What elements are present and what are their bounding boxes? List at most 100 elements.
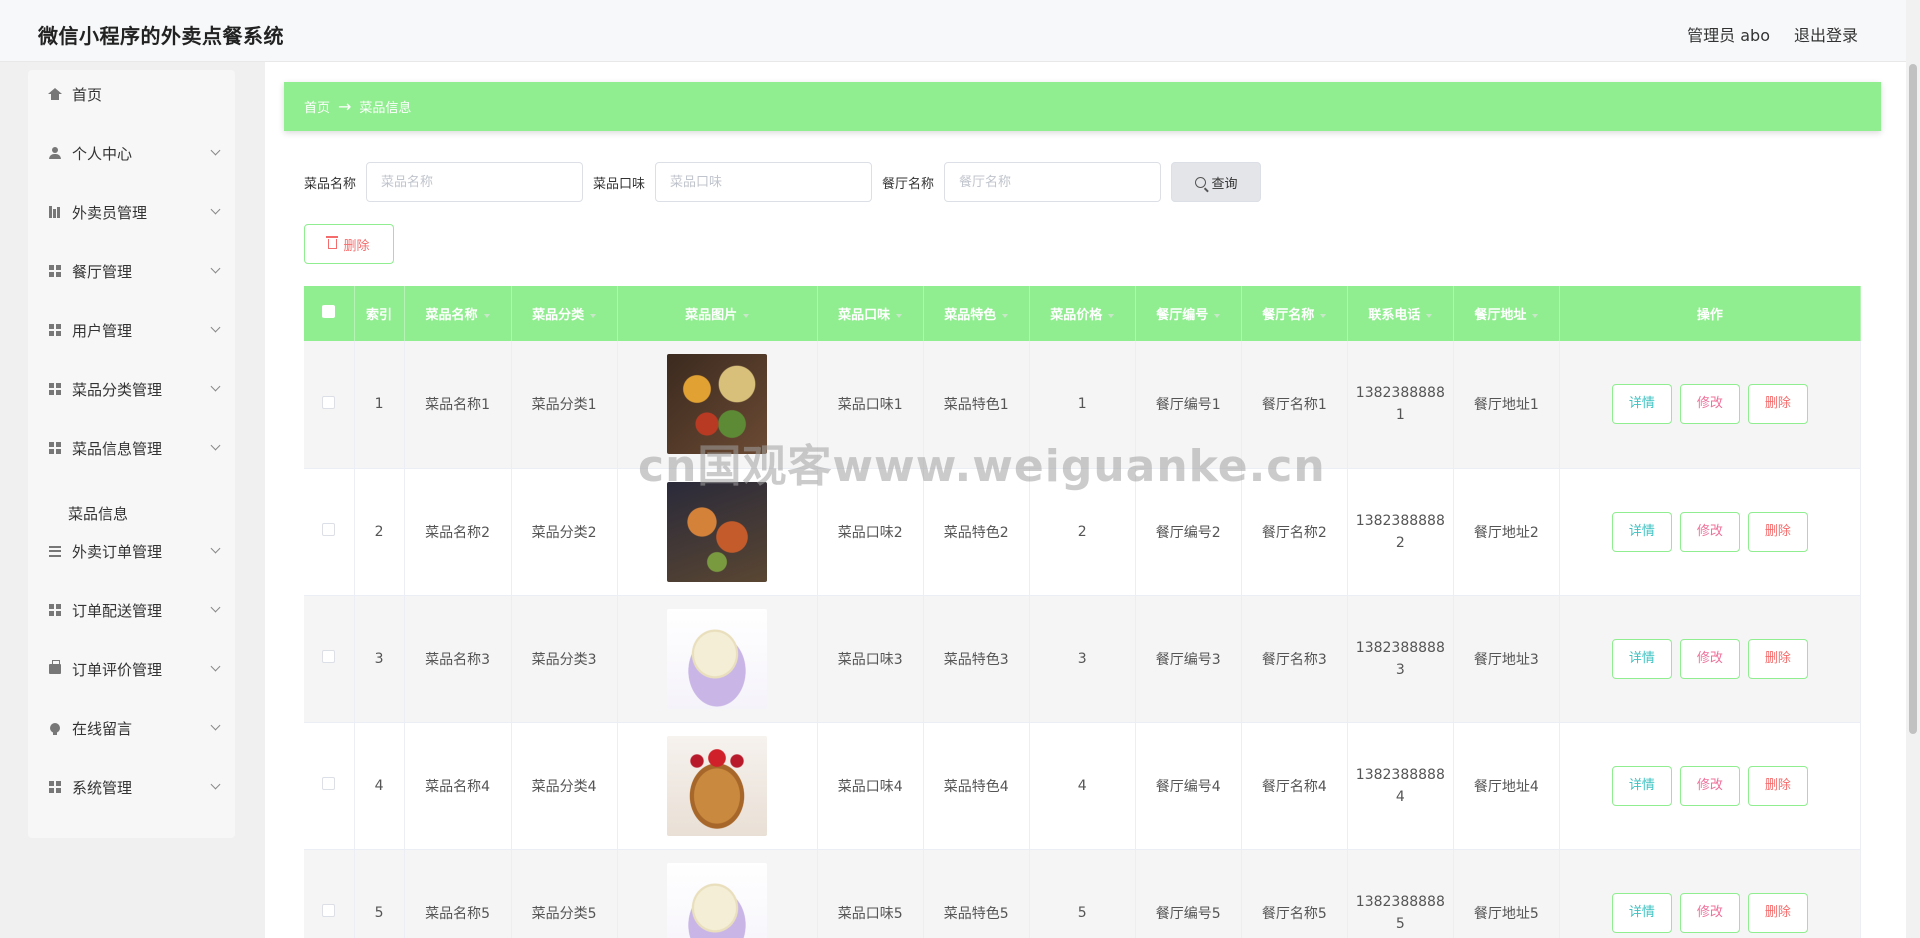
- row-checkbox[interactable]: [322, 523, 336, 536]
- column-header[interactable]: 联系电话: [1347, 286, 1454, 341]
- column-header[interactable]: 餐厅名称: [1241, 286, 1348, 341]
- detail-button[interactable]: 详情: [1611, 384, 1672, 425]
- detail-button[interactable]: 详情: [1611, 765, 1672, 806]
- platter-dish-image[interactable]: [667, 481, 768, 582]
- detail-button[interactable]: 详情: [1611, 511, 1672, 552]
- sidebar-container: 首页 个人中心 外卖员管理 餐厅管理 用户管理 菜品分类管理 菜品信息管理 菜品…: [0, 62, 265, 938]
- table-row: 3 菜品名称3 菜品分类3 菜品口味3 菜品特色3 3 餐厅编号3 餐厅名称3 13823888…: [304, 595, 1861, 723]
- image-cell: [617, 722, 818, 850]
- phone-part: 2: [1395, 534, 1405, 551]
- taste-cell: 菜品口味5: [817, 849, 924, 938]
- index-cell: 4: [354, 722, 405, 850]
- edit-button[interactable]: 修改: [1679, 765, 1740, 806]
- edit-button[interactable]: 修改: [1679, 511, 1740, 552]
- column-header: 操作: [1559, 286, 1861, 341]
- sort-icon: [743, 313, 750, 318]
- dish-name-cell: 菜品名称1: [404, 341, 512, 469]
- edit-button[interactable]: 修改: [1679, 638, 1740, 679]
- sidebar-item-dish-category-management[interactable]: 菜品分类管理: [28, 369, 235, 409]
- tacos-dish-image[interactable]: [667, 354, 768, 455]
- row-checkbox[interactable]: [322, 904, 336, 917]
- sidebar-item-system-management[interactable]: 系统管理: [28, 767, 235, 807]
- dish-table: 索引 菜品名称 菜品分类 菜品图片 菜品口味 菜品特色 菜品价格 餐厅编号 餐厅…: [304, 286, 1861, 938]
- image-cell: [617, 849, 818, 938]
- pancake-dish-image[interactable]: [667, 735, 768, 836]
- category-cell: 菜品分类5: [511, 849, 618, 938]
- arrow-right-icon: →: [338, 97, 352, 116]
- detail-button[interactable]: 详情: [1611, 892, 1672, 933]
- sidebar-item-user-management[interactable]: 用户管理: [28, 310, 235, 350]
- current-user[interactable]: 管理员 abo: [1687, 22, 1770, 46]
- column-header[interactable]: 菜品分类: [511, 286, 618, 341]
- sidebar-item-home[interactable]: 首页: [28, 74, 235, 114]
- sidebar-item-restaurant-management[interactable]: 餐厅管理: [28, 251, 235, 291]
- category-cell: 菜品分类4: [511, 722, 618, 850]
- query-button[interactable]: 查询: [1171, 162, 1262, 202]
- edit-button[interactable]: 修改: [1679, 892, 1740, 933]
- sidebar-item-courier-management[interactable]: 外卖员管理: [28, 192, 235, 232]
- home-icon: [48, 87, 62, 101]
- phone-part: 5: [1395, 915, 1405, 932]
- sort-icon: [590, 313, 597, 318]
- row-checkbox[interactable]: [322, 395, 336, 409]
- taste-input[interactable]: [655, 162, 873, 202]
- sidebar-item-label: 菜品信息管理: [72, 439, 163, 458]
- sidebar-item-online-message[interactable]: 在线留言: [28, 708, 235, 748]
- select-all-header: [304, 286, 355, 341]
- sidebar-item-order-management[interactable]: 外卖订单管理: [28, 531, 235, 571]
- sidebar-item-review-management[interactable]: 订单评价管理: [28, 649, 235, 689]
- query-button-label: 查询: [1211, 176, 1238, 192]
- column-header[interactable]: 菜品特色: [923, 286, 1030, 341]
- dish-name-input[interactable]: [366, 162, 584, 202]
- dish-name-cell: 菜品名称2: [404, 468, 512, 596]
- column-header[interactable]: 菜品名称: [404, 286, 512, 341]
- delete-button[interactable]: 删除: [1747, 638, 1808, 679]
- sidebar-item-delivery-management[interactable]: 订单配送管理: [28, 590, 235, 630]
- edit-button[interactable]: 修改: [1679, 384, 1740, 425]
- grid-icon: [48, 382, 62, 396]
- table-row: 4 菜品名称4 菜品分类4 菜品口味4 菜品特色4 4 餐厅编号4 餐厅名称4 13823888…: [304, 722, 1861, 850]
- delete-button[interactable]: 删除: [1747, 511, 1808, 552]
- row-checkbox-cell: [304, 341, 355, 469]
- grid-icon: [48, 441, 62, 455]
- row-checkbox[interactable]: [322, 650, 336, 663]
- logout-button[interactable]: 退出登录: [1794, 22, 1858, 46]
- phone-part: 1382388888: [1355, 893, 1445, 910]
- ice-cream-dish-image[interactable]: [667, 862, 768, 938]
- breadcrumb-home[interactable]: 首页: [304, 97, 330, 116]
- delete-button[interactable]: 删除: [1747, 384, 1808, 425]
- delete-button[interactable]: 删除: [1747, 892, 1808, 933]
- sidebar-subitem-dish-info[interactable]: 菜品信息: [68, 503, 128, 524]
- column-header[interactable]: 餐厅编号: [1135, 286, 1242, 341]
- column-header[interactable]: 菜品价格: [1029, 286, 1136, 341]
- category-cell: 菜品分类3: [511, 595, 618, 723]
- chevron-down-icon: [210, 204, 221, 215]
- address-cell: 餐厅地址5: [1453, 849, 1560, 938]
- search-form: 菜品名称 菜品口味 餐厅名称 查询: [304, 162, 1262, 202]
- bag-icon: [48, 660, 62, 676]
- batch-delete-button[interactable]: 删除: [304, 224, 394, 264]
- sidebar-item-personal-center[interactable]: 个人中心: [28, 133, 235, 173]
- sidebar-item-dish-info-management[interactable]: 菜品信息管理: [28, 428, 235, 468]
- restaurant-name-cell: 餐厅名称2: [1241, 468, 1348, 596]
- sort-icon: [483, 313, 490, 318]
- column-header[interactable]: 餐厅地址: [1453, 286, 1560, 341]
- column-header[interactable]: 菜品口味: [817, 286, 924, 341]
- row-checkbox[interactable]: [322, 777, 336, 790]
- vertical-scrollbar[interactable]: [1906, 62, 1920, 938]
- price-cell: 5: [1029, 849, 1136, 938]
- ice-cream-dish-image[interactable]: [667, 608, 768, 709]
- delete-button[interactable]: 删除: [1747, 765, 1808, 806]
- index-cell: 1: [354, 341, 405, 469]
- scrollbar-thumb[interactable]: [1909, 64, 1917, 734]
- phone-part: 1: [1395, 407, 1405, 424]
- column-header[interactable]: 菜品图片: [617, 286, 818, 341]
- sort-icon: [1002, 313, 1009, 318]
- phone-cell: 1382388888 3: [1347, 595, 1454, 723]
- actions-cell: 详情 修改 删除: [1559, 468, 1861, 596]
- sidebar-menu: 首页 个人中心 外卖员管理 餐厅管理 用户管理 菜品分类管理 菜品信息管理 菜品…: [28, 70, 235, 838]
- detail-button[interactable]: 详情: [1611, 638, 1672, 679]
- grid-icon: [48, 780, 62, 794]
- select-all-checkbox[interactable]: [322, 305, 336, 318]
- restaurant-name-input[interactable]: [944, 162, 1162, 202]
